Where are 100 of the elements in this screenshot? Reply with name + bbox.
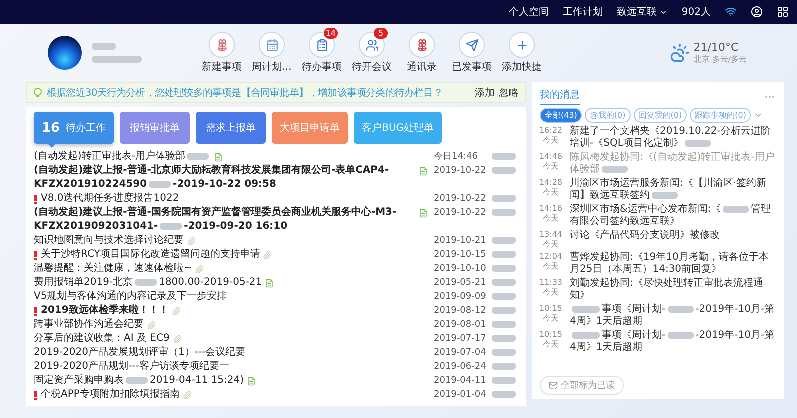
message-time: 12:04 [539,252,563,262]
todo-title[interactable]: 2019-2020产品规划---客户访谈专项纪要一 [34,360,230,374]
todo-title[interactable]: (自动发起)转正审批表-用户体验部 [34,150,212,164]
blurred-text [492,251,516,258]
todo-title[interactable]: 关于沙特RCY项目国际化改造遗留问题的支持申请 [41,248,260,262]
blurred-text [492,321,516,328]
filter-chip[interactable]: 全部(43) [540,108,582,123]
message-text[interactable]: 刘勤发起协同:《尽快处理转正审批表流程通知》 [570,278,776,302]
blurred-text [492,349,516,356]
todo-title[interactable]: V8.0迭代期任务进度报告1022 [41,192,180,206]
message-text[interactable]: 川渝区市场运营服务新闻:《【川渝区·签约新闻】致远互联签约 [570,178,776,202]
message-time: 14:28 [539,178,563,188]
message-day: 今天 [543,214,559,224]
date: 今日14:46 [434,150,479,164]
todo-title[interactable]: 2019致远体检季来啦！！！ [41,304,169,318]
user-icon[interactable] [751,6,763,18]
blurred-text [492,195,516,202]
nav-link[interactable]: 致远互联 [616,5,657,19]
count-badge: 5 [374,28,388,39]
message-text[interactable]: 曹烨发起协同:《19年10月考勤，请各位于本月25日（本周五）14:30前回复》 [570,252,776,276]
message-text[interactable]: 深圳区市场&运营中心发布新闻:《 管理有限公司签约致远互联》 [570,204,776,228]
blurred-text [492,335,516,342]
todo-title[interactable]: 2019-2020产品发展规划评审（1）---会议纪要 [34,346,246,360]
todo-title[interactable]: V5规划与客体沟通的内容记录及下一步安排 [34,290,228,304]
online-count: 902人 [682,6,711,19]
date: 2019-10-21 [434,235,488,248]
todo-title[interactable]: 跨事业部协作沟通会纪要 [34,318,144,332]
blurred-text [92,56,142,63]
date: 2019-04-11 [434,375,488,388]
todo-title[interactable]: (自动发起)建议上报-普通-国务院国有资产监督管理委员会商业机关服务中心-M3-KFZX2019092031041- -2019-09-20 16:10 [34,206,416,234]
date: 2019-10-22 [434,165,488,178]
grid-icon[interactable] [777,6,789,18]
date: 2019-09-09 [434,291,488,304]
todo-title[interactable]: 固定资产采购申购表 2019-04-11 15:24) [34,374,244,388]
message-day: 今天 [543,262,559,272]
shortcut-button[interactable]: 添加快捷 [500,32,544,74]
message-day: 今天 [543,340,559,350]
date: 2019-10-22 [434,193,488,206]
banner-link[interactable]: 添加 [475,86,495,100]
banner-link[interactable]: 忽略 [499,86,519,100]
nav-link[interactable]: 个人空间 [508,5,549,19]
avatar [48,36,82,70]
shortcut-button[interactable]: 通讯录 [400,32,444,74]
todo-title[interactable]: 个税APP专项附加扣除填报指南 [41,388,180,402]
blurred-text [492,167,516,174]
message-text[interactable]: 新建了一个文档夹《2019.10.22-分析云进阶培训-《SQL项目化定制》 [570,126,776,150]
blurred-text [492,265,516,272]
date: 2019-01-04 [434,389,488,402]
send-icon [466,38,478,52]
message-time: 10:15 [539,304,563,314]
todo-title[interactable]: 知识地图意向与技术选择讨论纪要 [34,234,184,248]
message-day: 今天 [543,188,559,198]
message-day: 今天 [543,314,559,324]
plus-icon [516,38,528,52]
shortcut-button[interactable]: 已发事项 [450,32,494,74]
message-text[interactable]: 事项《周计划- -2019年-10月-第4周》1天后超期 [570,330,776,354]
date: 2019-07-04 [434,347,488,360]
flower-icon [216,38,228,52]
message-text[interactable]: 讨论《产品代码分支说明》被修改 [570,230,776,242]
category-tab[interactable]: 需求上报单 [196,112,266,144]
blurred-text [492,363,516,370]
nav-link[interactable]: 工作计划 [562,5,603,19]
weather-place: 北京 多云/多云 [694,54,747,65]
message-time: 10:15 [539,330,563,340]
message-time: 13:44 [539,230,563,240]
todo-title[interactable]: (自动发起)建议上报-普通-北京师大励耘教育科技发展集团有限公司-表单CAP4-KFZX201910224590 -2019-10-22 09:58 [34,164,416,192]
todo-title[interactable]: 费用报销单2019-北京 1800.00-2019-05-21 [34,276,262,290]
message-time: 11:33 [539,278,563,288]
lightbulb-icon [33,88,43,98]
date: 2019-10-15 [434,249,488,262]
blurred-text [492,237,516,244]
blurred-text [92,43,116,50]
date: 2019-07-17 [434,333,488,346]
blurred-text [492,153,516,160]
message-day: 今天 [543,136,559,146]
calendar-icon [266,38,278,52]
todo-title[interactable]: 温馨提醒：关注健康，速速体检啦~ [34,262,192,276]
date: 2019-10-10 [434,263,488,276]
message-time: 14:16 [539,204,563,214]
message-time: 16:22 [539,126,563,136]
blurred-text [492,307,516,314]
date: 2019-06-24 [434,361,488,374]
blurred-text [492,391,516,398]
panel-title: 我的消息 [540,88,580,105]
date: 2019-08-01 [434,319,488,332]
flower-icon [416,38,428,52]
date: 2019-08-12 [434,305,488,318]
shortcut-button[interactable]: 新建事项 [200,32,244,74]
message-day: 今天 [543,240,559,250]
blurred-text [492,209,516,216]
message-day: 今天 [543,162,559,172]
todo-title[interactable]: 分享后的建议收集：AI 及 EC9 [34,332,170,346]
temperature: 21/10°C [694,41,740,54]
blurred-text [492,293,516,300]
message-time: 14:46 [539,152,563,162]
blurred-text [492,279,516,286]
shortcut-button[interactable]: 周计划... [250,32,294,74]
suggestion-text: 根据您近30天行为分析，您处理较多的事项是【合同审批单】，增加该事项分类的待办栏目？ [47,86,444,100]
blurred-text [492,377,516,384]
message-text[interactable]: 事项《周计划- -2019年-10月-第4周》1天后超期 [570,304,776,328]
